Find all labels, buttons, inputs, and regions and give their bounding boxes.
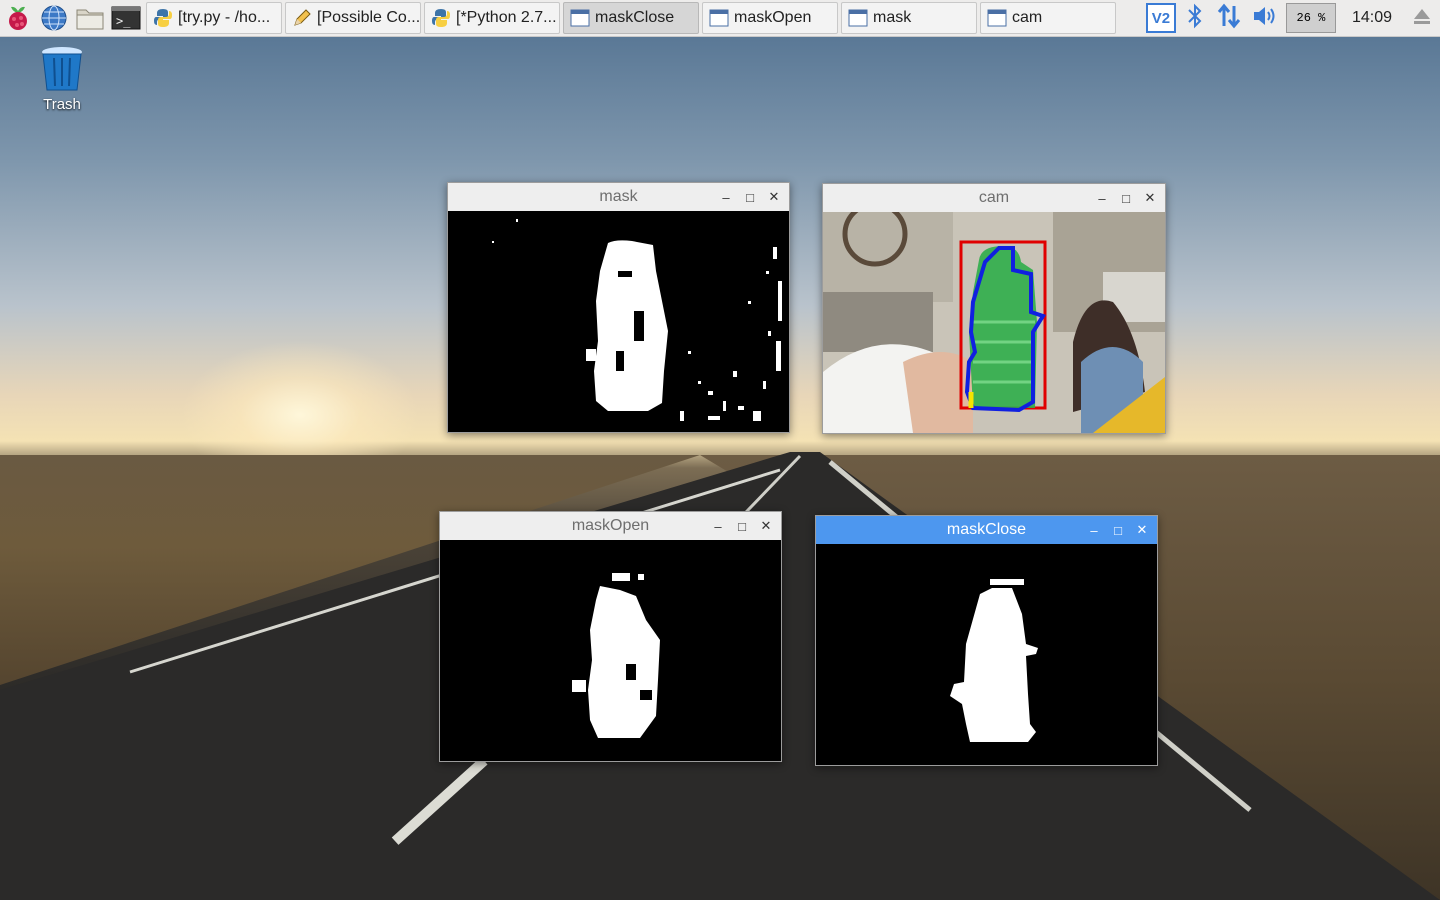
terminal-button[interactable]: >_	[108, 0, 144, 36]
minimize-button[interactable]: ‒	[1095, 191, 1109, 206]
web-browser-button[interactable]	[36, 0, 72, 36]
task-cam[interactable]: cam	[980, 2, 1116, 34]
volume-button[interactable]	[1252, 4, 1278, 33]
eject-button[interactable]	[1412, 6, 1432, 31]
maximize-button[interactable]: □	[735, 519, 749, 534]
task-maskclose[interactable]: maskClose	[563, 2, 699, 34]
vnc-button[interactable]: V2	[1145, 3, 1176, 33]
maximize-button[interactable]: □	[1111, 523, 1125, 538]
pencil-icon	[294, 9, 311, 26]
globe-icon	[41, 5, 67, 31]
minimize-button[interactable]: ‒	[711, 519, 725, 534]
speaker-icon	[1253, 6, 1275, 25]
task-label: cam	[1012, 9, 1043, 26]
mask-image	[448, 211, 789, 432]
python-icon	[432, 9, 450, 27]
maximize-button[interactable]: □	[743, 190, 757, 205]
mask-open-image	[440, 540, 781, 761]
minimize-button[interactable]: ‒	[719, 190, 733, 205]
window-icon	[709, 9, 729, 27]
window-title: maskClose	[946, 521, 1027, 538]
task-label: maskOpen	[734, 9, 812, 26]
trash-label: Trash	[43, 96, 81, 113]
system-tray: V2 26 % 14:09	[1145, 0, 1440, 36]
task-label: mask	[873, 9, 912, 26]
task-label: [try.py - /ho...	[178, 9, 271, 26]
network-arrows-icon	[1217, 3, 1241, 28]
folder-icon	[76, 9, 104, 30]
window-icon	[570, 9, 590, 27]
cpu-monitor[interactable]: 26 %	[1285, 3, 1336, 33]
window-titlebar[interactable]: maskClose ‒ □ ✕	[816, 516, 1157, 544]
window-titlebar[interactable]: maskOpen ‒ □ ✕	[440, 512, 781, 540]
task-possible-co[interactable]: [Possible Co...	[285, 2, 421, 34]
cpu-usage-text: 26 %	[1296, 11, 1326, 25]
close-button[interactable]: ✕	[767, 189, 781, 204]
svg-text:>_: >_	[116, 14, 131, 28]
maximize-button[interactable]: □	[1119, 191, 1133, 206]
bluetooth-button[interactable]	[1186, 3, 1204, 34]
window-icon	[848, 9, 868, 27]
camera-feed-image	[823, 212, 1165, 433]
trash-desktop-icon[interactable]: Trash	[30, 44, 94, 113]
window-titlebar[interactable]: mask ‒ □ ✕	[448, 183, 789, 211]
bluetooth-icon	[1188, 3, 1202, 28]
task-try-py[interactable]: [try.py - /ho...	[146, 2, 282, 34]
file-manager-button[interactable]	[72, 0, 108, 36]
network-button[interactable]	[1216, 3, 1242, 34]
eject-icon	[1414, 8, 1430, 24]
window-title: cam	[978, 189, 1010, 206]
task-python-shell[interactable]: [*Python 2.7...	[424, 2, 560, 34]
window-maskclose[interactable]: maskClose ‒ □ ✕	[815, 515, 1158, 766]
minimize-button[interactable]: ‒	[1087, 523, 1101, 538]
task-label: [*Python 2.7...	[456, 9, 557, 26]
window-title: mask	[599, 188, 638, 205]
close-button[interactable]: ✕	[1143, 190, 1157, 205]
raspberry-menu-button[interactable]	[0, 0, 36, 36]
window-cam[interactable]: cam ‒ □ ✕	[822, 183, 1166, 434]
window-maskopen[interactable]: maskOpen ‒ □ ✕	[439, 511, 782, 762]
vnc-icon: V2	[1151, 9, 1171, 27]
task-maskopen[interactable]: maskOpen	[702, 2, 838, 34]
task-label: maskClose	[595, 9, 675, 26]
taskbar: >_ [try.py - /ho... [Possible Co... [*Py…	[0, 0, 1440, 37]
window-titlebar[interactable]: cam ‒ □ ✕	[823, 184, 1165, 212]
raspberry-icon	[9, 6, 27, 30]
clock[interactable]: 14:09	[1352, 9, 1392, 27]
close-button[interactable]: ✕	[759, 518, 773, 533]
trash-icon	[42, 47, 82, 91]
window-mask[interactable]: mask ‒ □ ✕	[447, 182, 790, 433]
task-mask[interactable]: mask	[841, 2, 977, 34]
task-label: [Possible Co...	[317, 9, 421, 26]
window-icon	[987, 9, 1007, 27]
python-icon	[154, 9, 172, 27]
close-button[interactable]: ✕	[1135, 522, 1149, 537]
mask-close-image	[816, 544, 1157, 765]
window-title: maskOpen	[571, 517, 650, 534]
terminal-icon: >_	[111, 6, 141, 30]
